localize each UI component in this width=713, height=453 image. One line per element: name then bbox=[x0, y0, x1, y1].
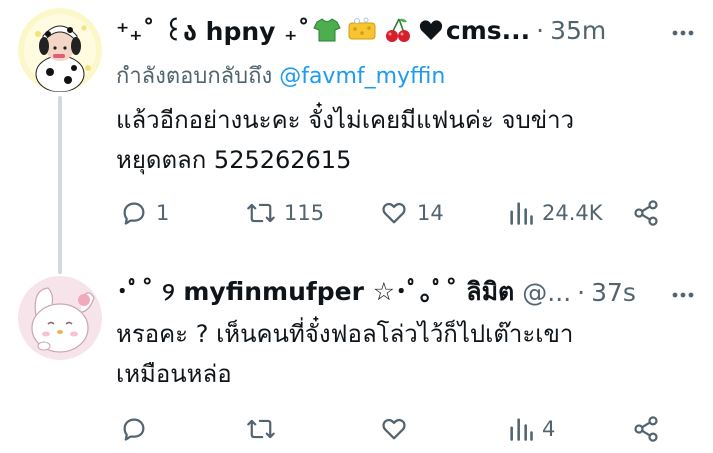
cherries-icon bbox=[383, 17, 413, 43]
retweet-icon bbox=[247, 203, 275, 223]
like-count: 14 bbox=[417, 201, 444, 225]
handle[interactable]: @... bbox=[522, 278, 571, 307]
tweet-header: ⁺₊˚ ꒰ა hpny ₊˚ cms... · 35m bbox=[116, 12, 606, 48]
timestamp[interactable]: 35m bbox=[550, 16, 606, 45]
views-count: 24.4K bbox=[542, 201, 603, 225]
retweet-button[interactable] bbox=[246, 412, 284, 446]
more-options-icon[interactable] bbox=[671, 284, 695, 303]
tweet-text: หรอคะ ? เห็นคนที่จั๋งฟอลโล่วไว้ก็ไปเต๊าะ… bbox=[116, 320, 574, 388]
display-name-truncated[interactable]: cms... bbox=[446, 16, 530, 45]
display-name[interactable]: ⁺₊˚ ꒰ა hpny ₊˚ bbox=[116, 14, 310, 47]
replying-to: กำลังตอบกลับถึง @favmf_myffin bbox=[116, 58, 445, 93]
like-icon bbox=[382, 202, 406, 224]
avatar[interactable] bbox=[18, 8, 102, 92]
heart-icon bbox=[419, 19, 443, 41]
separator-dot: · bbox=[536, 15, 545, 45]
tweet-text: แล้วอีกอย่างนะคะ จั๋งไม่เคยมีแฟนค่ะ จบข่… bbox=[116, 106, 575, 174]
views-count: 4 bbox=[542, 417, 556, 441]
tweet[interactable]: ⁺₊˚ ꒰ა hpny ₊˚ cms... · 35m กำลังตอบกลับ… bbox=[0, 0, 713, 258]
separator-dot: · bbox=[577, 277, 586, 307]
views-button[interactable]: 4 bbox=[508, 412, 555, 446]
like-icon bbox=[382, 418, 406, 440]
action-bar: 4 bbox=[116, 412, 693, 446]
sponge-icon bbox=[347, 17, 377, 43]
like-button[interactable] bbox=[379, 412, 417, 446]
reply-count: 1 bbox=[156, 201, 170, 225]
tshirt-icon bbox=[313, 17, 341, 43]
share-button[interactable] bbox=[632, 412, 660, 446]
action-bar: 1 115 14 24.4K bbox=[116, 196, 693, 230]
tweet[interactable]: ･ﾟ˚ ୨ myfinmufper ☆･ﾟ｡ﾟ˚ ลิมิต @... · 37… bbox=[0, 258, 713, 453]
share-icon bbox=[634, 416, 658, 442]
avatar[interactable] bbox=[18, 276, 102, 360]
retweet-icon bbox=[247, 419, 275, 439]
tweet-header: ･ﾟ˚ ୨ myfinmufper ☆･ﾟ｡ﾟ˚ ลิมิต @... · 37… bbox=[116, 274, 636, 310]
share-icon bbox=[634, 200, 658, 226]
more-options-icon[interactable] bbox=[671, 22, 695, 41]
reply-button[interactable]: 1 bbox=[120, 196, 169, 230]
views-icon bbox=[510, 418, 533, 441]
views-button[interactable]: 24.4K bbox=[508, 196, 603, 230]
retweet-button[interactable]: 115 bbox=[246, 196, 324, 230]
mention-link[interactable]: @favmf_myffin bbox=[279, 64, 445, 89]
timestamp[interactable]: 37s bbox=[591, 278, 636, 307]
share-button[interactable] bbox=[632, 196, 660, 230]
reply-icon bbox=[123, 202, 145, 225]
retweet-count: 115 bbox=[284, 201, 325, 225]
reply-icon bbox=[123, 418, 145, 441]
replying-to-label: กำลังตอบกลับถึง bbox=[116, 64, 273, 89]
display-name[interactable]: ･ﾟ˚ ୨ myfinmufper ☆･ﾟ｡ﾟ˚ ลิมิต bbox=[116, 272, 514, 312]
reply-button[interactable] bbox=[120, 412, 156, 446]
like-button[interactable]: 14 bbox=[379, 196, 444, 230]
views-icon bbox=[510, 202, 533, 225]
